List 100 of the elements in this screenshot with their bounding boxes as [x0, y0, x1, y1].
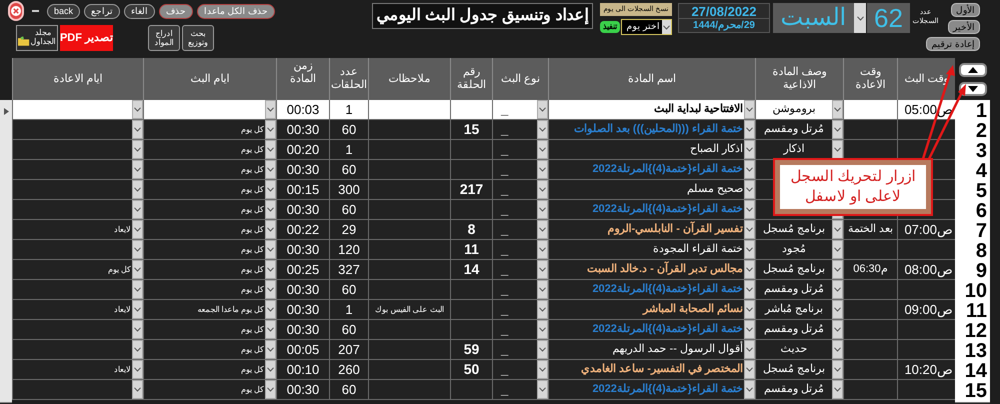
- dropdown-button[interactable]: [832, 220, 843, 239]
- dropdown-button[interactable]: [744, 140, 755, 159]
- combo-field[interactable]: المختصر في التفسير- ساعد الغامدي: [548, 360, 755, 380]
- dropdown-button[interactable]: [265, 320, 276, 339]
- dropdown-button[interactable]: [832, 380, 843, 399]
- dropdown-button[interactable]: [832, 280, 843, 299]
- execute-button[interactable]: تنفيذ: [600, 21, 620, 33]
- combo-field[interactable]: تفسير القرآن - النابلسي-الروم: [548, 220, 755, 240]
- combo-field[interactable]: ختمة القراء المجودة: [548, 240, 755, 260]
- combo-field[interactable]: كل يوم: [143, 200, 276, 220]
- dropdown-button[interactable]: [265, 240, 276, 259]
- dropdown-button[interactable]: [265, 160, 276, 179]
- combo-field[interactable]: كل يوم: [143, 180, 276, 200]
- dropdown-button[interactable]: [744, 100, 755, 119]
- combo-field[interactable]: كل يوم: [143, 260, 276, 280]
- dropdown-button[interactable]: [132, 280, 143, 299]
- combo-field[interactable]: صحيح مسلم: [548, 180, 755, 200]
- combo-field[interactable]: _: [492, 280, 548, 300]
- dropdown-button[interactable]: [744, 120, 755, 139]
- dropdown-button[interactable]: [132, 200, 143, 219]
- combo-field[interactable]: _: [492, 120, 548, 140]
- dropdown-button[interactable]: [744, 380, 755, 399]
- dropdown-button[interactable]: [832, 120, 843, 139]
- dropdown-button[interactable]: [744, 320, 755, 339]
- combo-field[interactable]: كل يوم: [143, 240, 276, 260]
- dropdown-button[interactable]: [132, 300, 143, 319]
- dropdown-button[interactable]: [132, 100, 143, 119]
- combo-field[interactable]: _: [492, 100, 548, 120]
- dropdown-button[interactable]: [832, 340, 843, 359]
- dropdown-button[interactable]: [132, 360, 143, 379]
- dropdown-button[interactable]: [537, 380, 548, 399]
- combo-field[interactable]: _: [492, 260, 548, 280]
- dropdown-button[interactable]: [744, 360, 755, 379]
- nav-button[interactable]: الأخير: [948, 20, 980, 34]
- dropdown-button[interactable]: [132, 320, 143, 339]
- combo-field[interactable]: لايعاد: [12, 220, 143, 240]
- combo-field[interactable]: _: [492, 300, 548, 320]
- combo-field[interactable]: _: [492, 240, 548, 260]
- dropdown-button[interactable]: [132, 260, 143, 279]
- dropdown-button[interactable]: [744, 180, 755, 199]
- combo-field[interactable]: كل يوم: [143, 120, 276, 140]
- combo-field[interactable]: لايعاد: [12, 360, 143, 380]
- dropdown-button[interactable]: [832, 300, 843, 319]
- export-button[interactable]: تصدير PDF: [60, 25, 113, 51]
- combo-field[interactable]: مُرتل ومقسم: [755, 320, 843, 340]
- combo-field[interactable]: كل يوم: [143, 320, 276, 340]
- combo-field[interactable]: أقوال الرسول -- حمد الدريهم: [548, 340, 755, 360]
- toolbar-button[interactable]: تراجع: [84, 4, 120, 18]
- dropdown-button[interactable]: [832, 140, 843, 159]
- dropdown-button[interactable]: [537, 320, 548, 339]
- dropdown-button[interactable]: [537, 340, 548, 359]
- combo-field[interactable]: _: [492, 180, 548, 200]
- dropdown-button[interactable]: [265, 280, 276, 299]
- dropdown-button[interactable]: [265, 340, 276, 359]
- combo-field[interactable]: _: [492, 160, 548, 180]
- dropdown-button[interactable]: [832, 320, 843, 339]
- dropdown-button[interactable]: [265, 140, 276, 159]
- combo-field[interactable]: كل يوم: [12, 260, 143, 280]
- dropdown-button[interactable]: [537, 180, 548, 199]
- dropdown-button[interactable]: [537, 160, 548, 179]
- dropdown-button[interactable]: [132, 380, 143, 399]
- dropdown-button[interactable]: [265, 100, 276, 119]
- combo-field[interactable]: ختمة القراء{ختمة(4)}المرتلة2022: [548, 280, 755, 300]
- dropdown-button[interactable]: [132, 340, 143, 359]
- combo-field[interactable]: كل يوم ماعدا الجمعه: [143, 300, 276, 320]
- combo-field[interactable]: برنامج مُسجل: [755, 220, 843, 240]
- combo-field[interactable]: برنامج مُسجل: [755, 260, 843, 280]
- dropdown-button[interactable]: [132, 160, 143, 179]
- combo-field[interactable]: ختمة القراء (((المحلين))) بعد الصلوات: [548, 120, 755, 140]
- dropdown-button[interactable]: [744, 200, 755, 219]
- tool-button[interactable]: بحث وتوزيع: [182, 25, 214, 51]
- combo-field[interactable]: ختمة القراء{ختمة(4)}المرتلة2022: [548, 380, 755, 400]
- dropdown-button[interactable]: [132, 120, 143, 139]
- dropdown-button[interactable]: [265, 360, 276, 379]
- combo-field[interactable]: ختمة القراء{ختمة(4)}المرتلة2022: [548, 320, 755, 340]
- nav-button[interactable]: الأول: [951, 3, 980, 17]
- combo-field[interactable]: نسائم الصحابة المباشر: [548, 300, 755, 320]
- combo-field[interactable]: مُرتل ومقسم: [755, 280, 843, 300]
- combo-field[interactable]: كل يوم: [143, 280, 276, 300]
- combo-field[interactable]: مُرتل ومقسم: [755, 380, 843, 400]
- toolbar-button[interactable]: الغاء: [124, 4, 155, 18]
- dropdown-button[interactable]: [132, 240, 143, 259]
- move-up-button[interactable]: [958, 62, 986, 76]
- dropdown-button[interactable]: [265, 220, 276, 239]
- combo-field[interactable]: بروموشن: [755, 100, 843, 120]
- day-select[interactable]: اختر يوم: [621, 19, 672, 35]
- nav-button[interactable]: إعادة ترقيم: [926, 37, 980, 51]
- dropdown-button[interactable]: [537, 220, 548, 239]
- dropdown-button[interactable]: [832, 360, 843, 379]
- dropdown-button[interactable]: [744, 300, 755, 319]
- dropdown-button[interactable]: [132, 220, 143, 239]
- combo-field[interactable]: _: [492, 320, 548, 340]
- record-selector[interactable]: [0, 380, 12, 403]
- combo-field[interactable]: _: [492, 380, 548, 400]
- combo-field[interactable]: اذكار: [755, 140, 843, 160]
- combo-field[interactable]: لايعاد: [12, 300, 143, 320]
- combo-field[interactable]: حديث: [755, 340, 843, 360]
- dropdown-button[interactable]: [854, 3, 866, 33]
- combo-field[interactable]: كل يوم: [143, 360, 276, 380]
- dropdown-button[interactable]: [537, 300, 548, 319]
